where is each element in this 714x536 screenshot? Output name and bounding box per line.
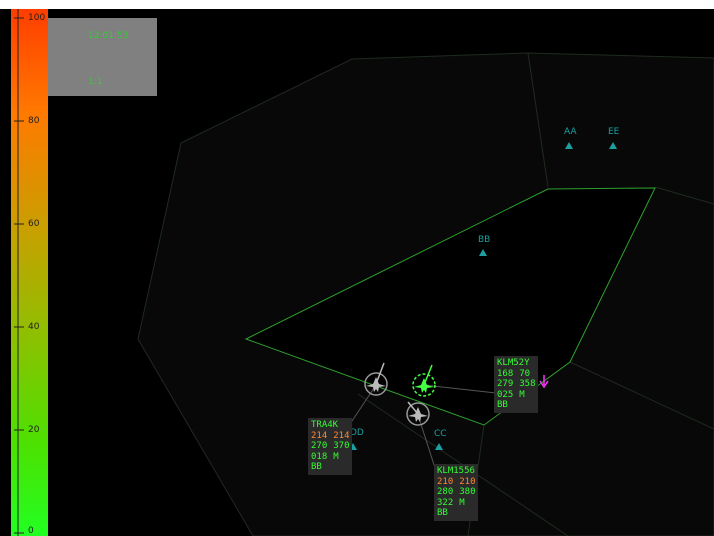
tag-altitude-cleared: 380 xyxy=(459,487,476,497)
tag-speed: 210 xyxy=(437,476,454,487)
tag-callsign: TRA4K xyxy=(311,420,339,430)
scale-label-60: 60 xyxy=(28,219,40,229)
tag-heading: 018 xyxy=(311,451,328,462)
tag-altitude: 280 xyxy=(437,487,454,497)
waypoint-ee-icon[interactable] xyxy=(609,142,617,149)
tag-exit-point: BB xyxy=(437,508,448,518)
scale-label-0: 0 xyxy=(28,526,34,536)
tag-callsign: KLM1556 xyxy=(437,466,475,476)
clock-readout: 12:01:53 xyxy=(88,31,129,41)
altitude-scale: 100 80 60 40 20 0 xyxy=(0,9,48,536)
waypoint-cc-icon[interactable] xyxy=(435,443,443,450)
tag-exit-point: BB xyxy=(311,462,322,472)
tag-speed-cleared: 70 xyxy=(519,368,531,379)
tag-heading: 322 xyxy=(437,497,454,508)
waypoint-label-ee: EE xyxy=(608,127,620,137)
tag-exit-point: BB xyxy=(497,400,508,410)
info-panel: 12:01:53 1:1 xyxy=(48,18,157,96)
scale-label-40: 40 xyxy=(28,322,40,332)
tag-speed-cleared: 214 xyxy=(333,430,350,441)
sim-speed-readout: 1:1 xyxy=(88,77,103,87)
scale-ticks xyxy=(14,9,24,536)
scale-label-100: 100 xyxy=(28,13,46,23)
tag-heading: 025 xyxy=(497,389,514,400)
waypoint-bb-icon[interactable] xyxy=(479,249,487,256)
tag-altitude-cleared: 370 xyxy=(333,441,350,451)
data-tag-klm1556[interactable]: KLM1556 210 210 280 380 322 M BB xyxy=(434,464,478,521)
waypoint-label-bb: BB xyxy=(478,235,491,245)
tag-speed-cleared: 210 xyxy=(459,476,476,487)
tag-category: M xyxy=(459,497,465,508)
waypoint-label-cc: CC xyxy=(434,429,447,439)
scale-label-20: 20 xyxy=(28,425,40,435)
tag-speed: 168 xyxy=(497,368,514,379)
tag-altitude: 279 xyxy=(497,379,514,389)
waypoint-label-dd: DD xyxy=(350,428,364,438)
tag-speed: 214 xyxy=(311,430,328,441)
scale-label-80: 80 xyxy=(28,116,40,126)
tag-callsign: KLM52Y xyxy=(497,358,530,368)
waypoint-label-aa: AA xyxy=(564,127,577,137)
tag-category: M xyxy=(333,451,339,462)
tag-altitude: 270 xyxy=(311,441,328,451)
tag-altitude-cleared: 358 xyxy=(519,379,536,389)
waypoint-aa-icon[interactable] xyxy=(565,142,573,149)
data-tag-klm52y[interactable]: KLM52Y 168 70 279 358 025 M BB xyxy=(494,356,538,413)
tag-category: M xyxy=(519,389,525,400)
data-tag-tra4k[interactable]: TRA4K 214 214 270 370 018 M BB xyxy=(308,418,352,475)
